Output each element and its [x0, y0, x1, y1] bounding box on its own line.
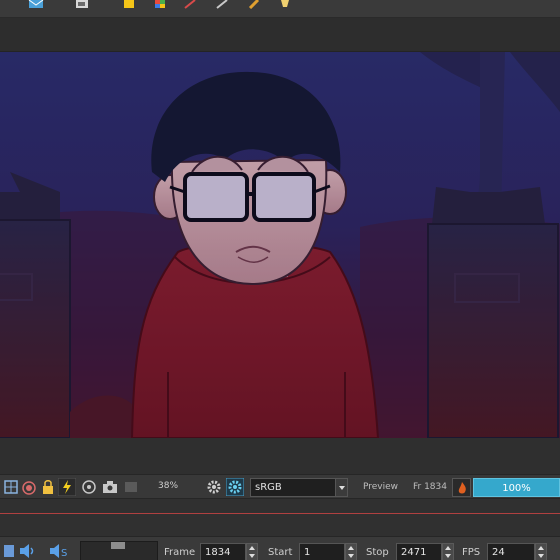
fps-field[interactable]: 24: [487, 543, 535, 560]
onion-skin-icon[interactable]: [20, 478, 38, 496]
toolbar-gap: [0, 18, 560, 52]
preview-label[interactable]: Preview: [363, 482, 398, 492]
turbo-icon[interactable]: [80, 478, 98, 496]
stop-value: 2471: [401, 547, 427, 558]
image-icon[interactable]: [75, 0, 89, 9]
fps-value: 24: [492, 547, 505, 558]
fps-label: FPS: [462, 547, 481, 558]
gear-icon[interactable]: [205, 478, 223, 496]
scene-drawing: [0, 52, 560, 438]
speaker-icon[interactable]: [18, 543, 38, 559]
step-back-icon[interactable]: [2, 543, 16, 559]
mask-icon[interactable]: [122, 478, 140, 496]
flame-icon[interactable]: [452, 478, 471, 497]
frame-value: 1834: [205, 547, 231, 558]
render-progress-bar: 100%: [473, 478, 560, 497]
stop-stepper[interactable]: [442, 543, 454, 560]
lock-icon[interactable]: [39, 478, 57, 496]
camera-viewport[interactable]: [0, 52, 560, 438]
timeline-playhead-line: [0, 513, 560, 514]
camera-icon[interactable]: [101, 478, 119, 496]
frame-label: Frame: [164, 547, 196, 558]
color-palette-icon[interactable]: [153, 0, 167, 9]
animation-app-window: 38% sRGB Preview Fr 1834 100% S Frame 18…: [0, 0, 560, 560]
note-icon[interactable]: [122, 0, 136, 9]
start-label: Start: [268, 547, 293, 558]
stop-label: Stop: [366, 547, 389, 558]
viewport-margin: [0, 438, 560, 474]
start-value: 1: [304, 547, 311, 558]
svg-text:S: S: [61, 548, 67, 559]
lamp-icon[interactable]: [278, 0, 292, 9]
mail-icon[interactable]: [28, 0, 44, 9]
pencil-icon[interactable]: [247, 0, 261, 9]
brush-icon[interactable]: [183, 0, 197, 9]
fps-stepper[interactable]: [535, 543, 547, 560]
frame-field[interactable]: 1834: [200, 543, 246, 560]
zoom-level[interactable]: 38%: [158, 481, 178, 491]
color-wheel-icon[interactable]: [226, 478, 244, 496]
start-stepper[interactable]: [345, 543, 357, 560]
playback-bar: S Frame 1834 Start 1 Stop 2471 FPS 24: [0, 536, 560, 560]
stop-field[interactable]: 2471: [396, 543, 442, 560]
sound-scrub-icon[interactable]: S: [48, 543, 74, 559]
frame-indicator: Fr 1834: [413, 482, 447, 492]
start-field[interactable]: 1: [299, 543, 345, 560]
frame-stepper[interactable]: [246, 543, 258, 560]
render-progress-label: 100%: [502, 483, 531, 494]
top-toolbar: [0, 0, 560, 18]
lightning-icon[interactable]: [58, 478, 76, 496]
color-space-select[interactable]: sRGB: [250, 478, 348, 497]
camera-toolbar: 38% sRGB Preview Fr 1834 100%: [0, 474, 560, 499]
color-space-value: sRGB: [255, 482, 282, 493]
grid-icon[interactable]: [2, 478, 20, 496]
timeline-strip: [0, 499, 560, 536]
timeline-scrubber[interactable]: [80, 541, 158, 560]
vignette: [0, 52, 560, 438]
chevron-down-icon[interactable]: [335, 479, 347, 496]
scrub-handle[interactable]: [111, 542, 125, 549]
pen-icon[interactable]: [215, 0, 229, 9]
